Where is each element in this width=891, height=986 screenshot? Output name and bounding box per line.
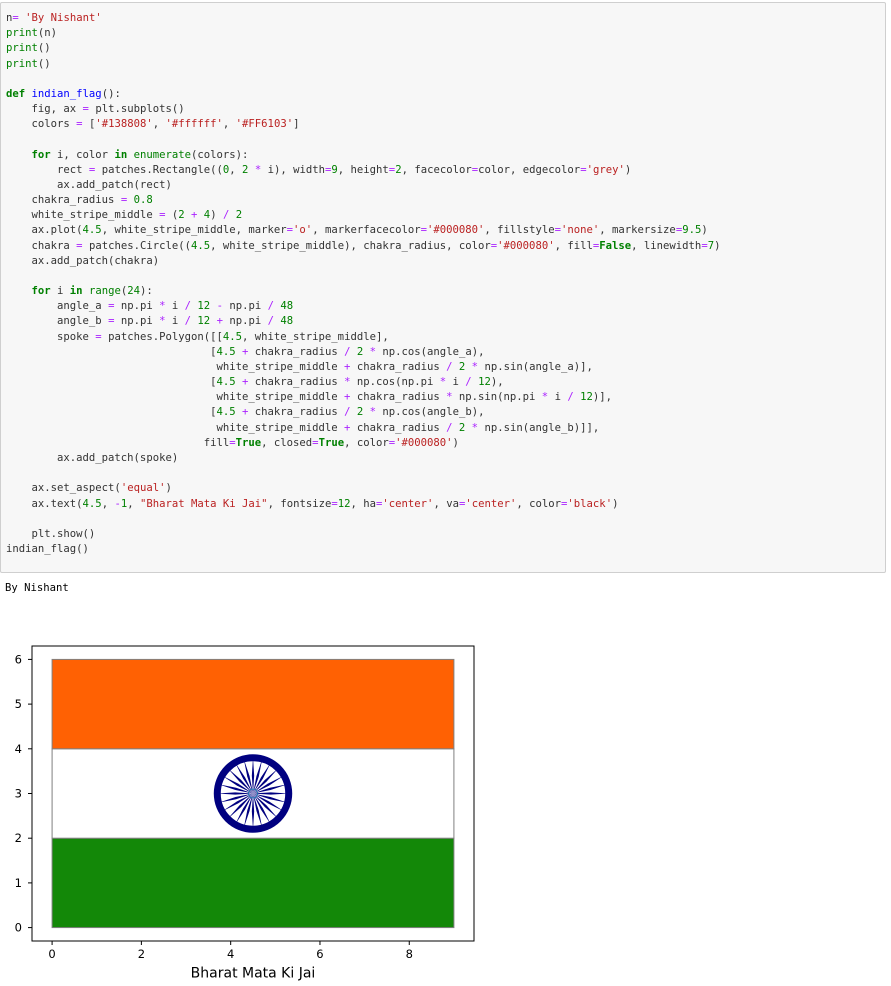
code-line: ax.set_aspect('equal') xyxy=(6,482,172,495)
flag-stripe-2 xyxy=(51,658,455,750)
code-line: angle_b = np.pi * i / 12 + np.pi / 48 xyxy=(6,315,294,328)
code-line: ax.add_patch(chakra) xyxy=(6,254,160,267)
code-line: spoke = patches.Polygon([[4.5, white_str… xyxy=(6,330,389,343)
code-line: [4.5 + chakra_radius / 2 * np.cos(angle_… xyxy=(6,406,485,419)
code-line: white_stripe_middle + chakra_radius / 2 … xyxy=(6,421,600,434)
code-line: ax.add_patch(spoke) xyxy=(6,451,179,464)
code-cell-input[interactable]: n= 'By Nishant' print(n) print() print()… xyxy=(0,2,886,573)
code-line: angle_a = np.pi * i / 12 - np.pi / 48 xyxy=(6,300,294,313)
code-line: print(n) xyxy=(6,27,58,40)
code-line: chakra = patches.Circle((4.5, white_stri… xyxy=(6,239,721,252)
flag-plot: 0 2 4 6 80123456Bharat Mata Ki Jai xyxy=(15,645,475,981)
code-line: ax.plot(4.5, white_stripe_middle, marker… xyxy=(6,224,708,237)
x-tick-label: 4 xyxy=(227,947,234,961)
x-tick-label: 0 xyxy=(48,947,55,961)
y-tick-label: 3 xyxy=(15,787,22,801)
code-line: def indian_flag(): xyxy=(6,87,121,100)
code-line: for i in range(24): xyxy=(31,285,153,298)
x-tick-label: 2 xyxy=(138,947,145,961)
x-tick-label: 6 xyxy=(316,947,323,961)
flag-stripe-0 xyxy=(51,837,455,929)
code-line: n= 'By Nishant' xyxy=(6,12,102,24)
y-tick-label: 5 xyxy=(15,697,22,711)
y-tick-label: 6 xyxy=(15,652,22,666)
code-line: print() xyxy=(6,57,51,70)
code-line: plt.show() xyxy=(6,527,96,540)
code-line: white_stripe_middle + chakra_radius * np… xyxy=(6,391,613,404)
code-line: print() xyxy=(6,42,51,55)
y-tick-label: 2 xyxy=(15,831,22,845)
y-tick-label: 0 xyxy=(15,921,22,935)
code-line: colors = ['#138808', '#ffffff', '#FF6103… xyxy=(6,118,300,131)
code-line: ax.text(4.5, -1, "Bharat Mata Ki Jai", f… xyxy=(6,497,619,510)
code-line: ax.add_patch(rect) xyxy=(6,178,172,191)
y-tick-label: 1 xyxy=(15,876,22,890)
code-line: [4.5 + chakra_radius * np.cos(np.pi * i … xyxy=(6,376,504,389)
code-line: white_stripe_middle + chakra_radius / 2 … xyxy=(6,360,593,373)
y-tick-label: 4 xyxy=(15,742,22,756)
code-line: rect = patches.Rectangle((0, 2 * i), wid… xyxy=(6,163,632,176)
annotation-text: Bharat Mata Ki Jai xyxy=(191,965,316,981)
x-tick-label: 8 xyxy=(406,947,413,961)
code-line: fill=True, closed=True, color='#000080') xyxy=(6,436,459,449)
code-line: [4.5 + chakra_radius / 2 * np.cos(angle_… xyxy=(6,345,485,358)
code-line: for i, color in enumerate(colors): xyxy=(31,148,249,161)
code-line: indian_flag() xyxy=(6,543,89,556)
code-editor[interactable]: n= 'By Nishant' print(n) print() print()… xyxy=(6,11,720,557)
cell-output-text: By Nishant xyxy=(5,582,69,594)
code-line: white_stripe_middle = (2 + 4) / 2 xyxy=(6,209,243,222)
code-line: fig, ax = plt.subplots() xyxy=(6,103,185,116)
code-line: chakra_radius = 0.8 xyxy=(6,194,153,207)
